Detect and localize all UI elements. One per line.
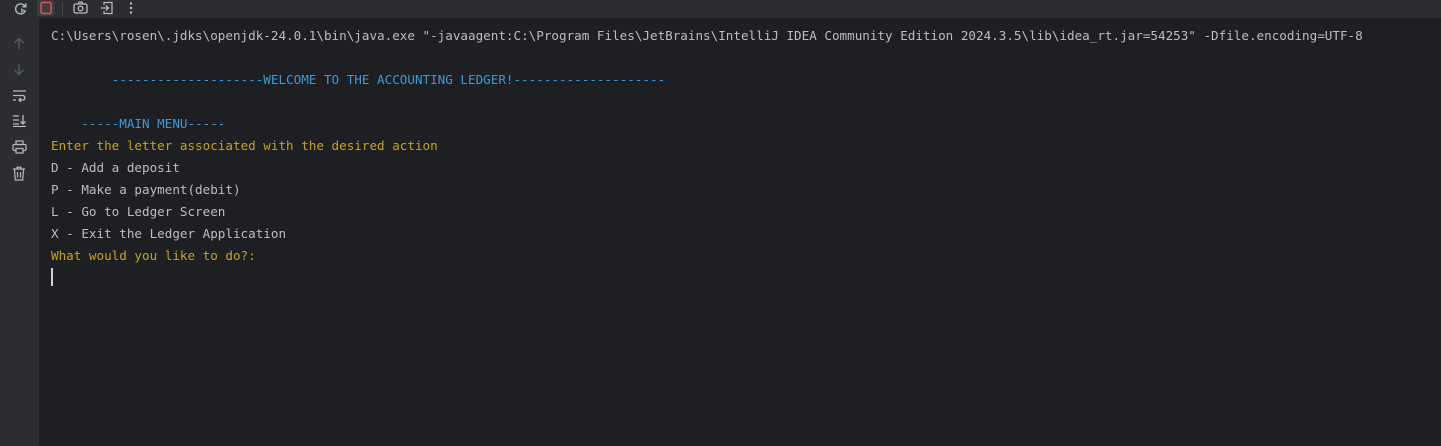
soft-wrap-icon[interactable] (9, 85, 29, 105)
arrow-up-icon[interactable] (9, 33, 29, 53)
console-line-menu-option-deposit: D - Add a deposit (51, 160, 180, 175)
console-side-toolbar (0, 18, 40, 446)
console-line-command: C:\Users\rosen\.jdks\openjdk-24.0.1\bin\… (51, 28, 1363, 43)
console-output[interactable]: C:\Users\rosen\.jdks\openjdk-24.0.1\bin\… (51, 25, 1441, 267)
console-line-input-prompt: What would you like to do?: (51, 248, 256, 263)
console-line-menu-option-exit: X - Exit the Ledger Application (51, 226, 287, 241)
toolbar-separator (62, 2, 63, 15)
arrow-down-icon[interactable] (9, 59, 29, 79)
rerun-icon[interactable] (12, 0, 30, 16)
console-line-menu-option-payment: P - Make a payment(debit) (51, 182, 241, 197)
run-console-window: C:\Users\rosen\.jdks\openjdk-24.0.1\bin\… (0, 0, 1441, 446)
exit-icon[interactable] (98, 0, 116, 16)
console-line-welcome-banner: --------------------WELCOME TO THE ACCOU… (51, 72, 666, 87)
camera-icon[interactable] (71, 0, 89, 16)
console-line-empty (51, 47, 1441, 69)
scroll-to-end-icon[interactable] (9, 110, 29, 130)
print-icon[interactable] (9, 137, 29, 157)
console-line-main-menu-header: -----MAIN MENU----- (51, 116, 226, 131)
more-vertical-icon[interactable] (122, 0, 140, 16)
console-line-prompt-instruction: Enter the letter associated with the des… (51, 138, 438, 153)
text-input-cursor[interactable] (51, 268, 53, 286)
stop-icon[interactable] (37, 0, 55, 16)
console-line-empty (51, 91, 1441, 113)
run-toolbar (0, 0, 1441, 18)
trash-icon[interactable] (9, 163, 29, 183)
console-line-menu-option-ledger: L - Go to Ledger Screen (51, 204, 226, 219)
